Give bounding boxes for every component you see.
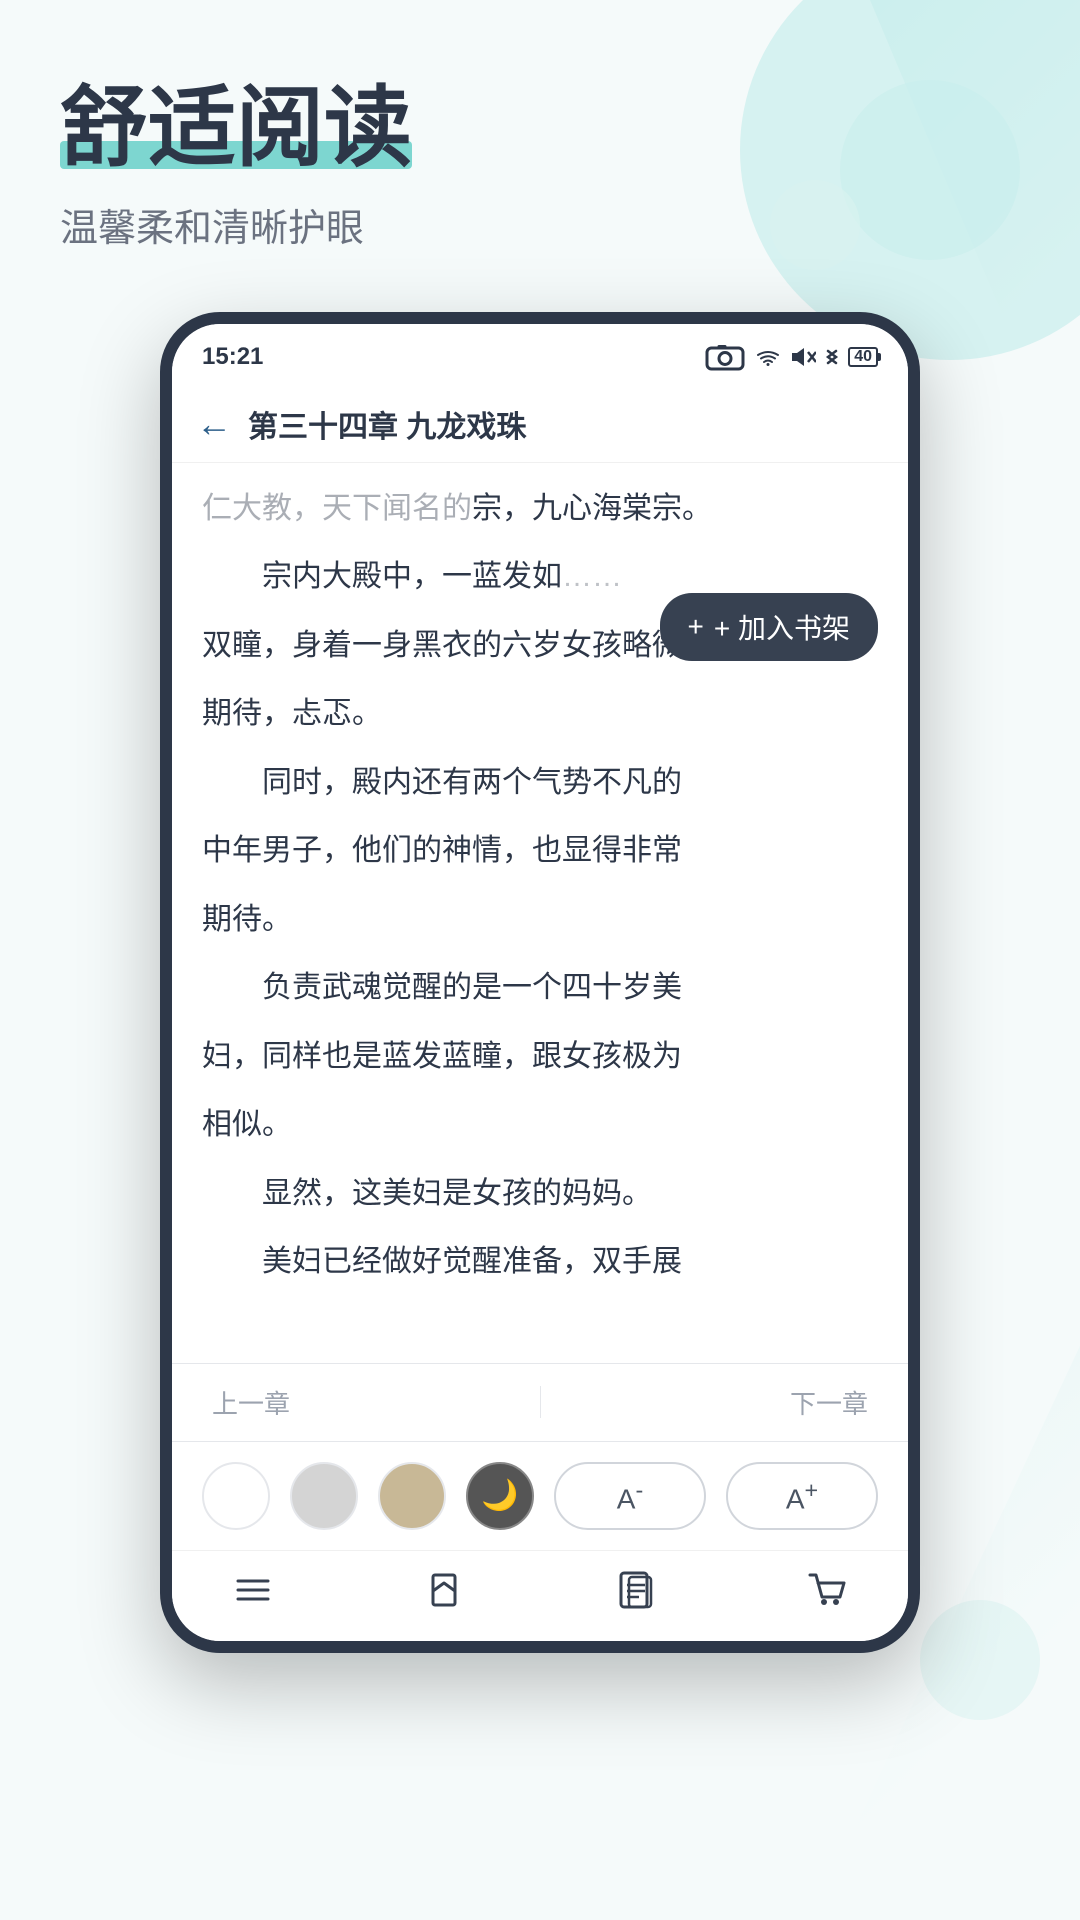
chapter-list-icon <box>615 1569 657 1611</box>
text-line-11: 美妇已经做好觉醒准备，双手展 <box>202 1236 878 1289</box>
next-chapter-button[interactable]: 下一章 <box>790 1384 868 1421</box>
hero-title-highlight: 舒适阅读 <box>60 80 412 177</box>
hero-title: 舒适阅读 <box>60 80 412 177</box>
status-icons: 40 <box>704 336 878 378</box>
status-bar: 15:21 <box>172 324 908 386</box>
back-button[interactable]: ← <box>196 403 232 445</box>
toc-icon <box>232 1569 274 1611</box>
status-time: 15:21 <box>202 343 263 371</box>
nav-item-cart[interactable] <box>806 1569 848 1611</box>
nav-item-chapters[interactable] <box>615 1569 657 1611</box>
text-line-4: 同时，殿内还有两个气势不凡的 <box>202 757 878 810</box>
text-line-3: 期待，忐忑。 <box>202 688 878 741</box>
hero-title-text: 舒适阅读 <box>60 78 412 177</box>
text-line-5: 中年男子，他们的神情，也显得非常 <box>202 825 878 878</box>
nav-item-bookmark[interactable] <box>423 1569 465 1611</box>
font-increase-label: A+ <box>786 1477 818 1515</box>
theme-light-gray-button[interactable] <box>290 1462 358 1530</box>
phone-container: 15:21 <box>60 312 1020 1653</box>
bottom-nav <box>172 1550 908 1641</box>
hero-subtitle: 温馨柔和清晰护眼 <box>60 197 1020 252</box>
bookmark-icon <box>423 1569 465 1611</box>
theme-warm-button[interactable] <box>378 1462 446 1530</box>
nav-item-toc[interactable] <box>232 1569 274 1611</box>
wifi-icon <box>754 347 782 367</box>
text-line-6: 期待。 <box>202 894 878 947</box>
font-decrease-label: A- <box>617 1477 643 1515</box>
add-shelf-popup[interactable]: + + 加入书架 <box>660 593 879 661</box>
bluetooth-icon <box>824 345 840 369</box>
text-line-9: 相似。 <box>202 1099 878 1152</box>
volume-mute-icon <box>790 347 816 367</box>
camera-icon <box>704 336 746 378</box>
add-shelf-label: + 加入书架 <box>714 607 850 647</box>
moon-icon: 🌙 <box>481 1478 518 1513</box>
text-line-0: 仁大教，天下闻名的宗，九心海棠宗。 <box>202 483 878 536</box>
reader-content: + + 加入书架 仁大教，天下闻名的宗，九心海棠宗。 宗内大殿中，一蓝发如…… … <box>172 463 908 1363</box>
page-content: 舒适阅读 温馨柔和清晰护眼 15:21 <box>0 0 1080 1713</box>
battery-icon: 40 <box>848 347 878 367</box>
reader-header: ← 第三十四章 九龙戏珠 <box>172 386 908 463</box>
nav-divider <box>540 1386 541 1418</box>
theme-night-button[interactable]: 🌙 <box>466 1462 534 1530</box>
chapter-title: 第三十四章 九龙戏珠 <box>248 402 526 446</box>
theme-white-button[interactable] <box>202 1462 270 1530</box>
font-decrease-button[interactable]: A- <box>554 1462 706 1530</box>
add-shelf-plus-icon: + <box>688 611 704 643</box>
text-line-7: 负责武魂觉醒的是一个四十岁美 <box>202 962 878 1015</box>
prev-chapter-button[interactable]: 上一章 <box>212 1384 290 1421</box>
chapter-nav: 上一章 下一章 <box>172 1363 908 1441</box>
text-line-8: 妇，同样也是蓝发蓝瞳，跟女孩极为 <box>202 1031 878 1084</box>
font-increase-button[interactable]: A+ <box>726 1462 878 1530</box>
settings-bar: 🌙 A- A+ <box>172 1441 908 1550</box>
phone-mockup: 15:21 <box>160 312 920 1653</box>
cart-icon <box>806 1569 848 1611</box>
text-line-10: 显然，这美妇是女孩的妈妈。 <box>202 1168 878 1221</box>
